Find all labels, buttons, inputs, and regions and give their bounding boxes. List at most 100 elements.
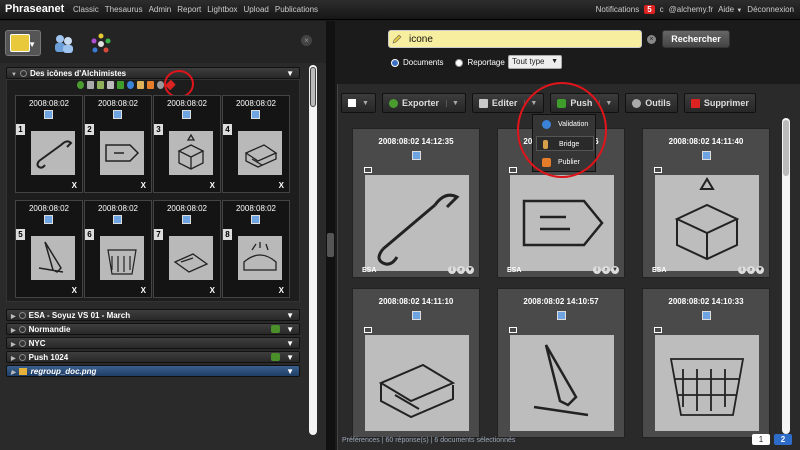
- checkbox[interactable]: [113, 215, 122, 224]
- result-card[interactable]: 2008:08:02 14:10:57: [497, 288, 625, 438]
- checkbox[interactable]: [251, 215, 260, 224]
- basket-thumb[interactable]: 2008:08:02 1 X: [15, 95, 83, 193]
- chevron-down-icon[interactable]: ▼: [286, 352, 294, 363]
- remove-button[interactable]: X: [279, 286, 284, 295]
- result-card[interactable]: 2008:08:02 14:11:40 ESA i ⌕ ▼: [642, 128, 770, 278]
- checkbox[interactable]: [702, 311, 711, 320]
- chevron-down-icon[interactable]: ▼: [286, 366, 294, 377]
- notification-count-badge[interactable]: 5: [644, 5, 655, 14]
- checkbox[interactable]: [251, 110, 260, 119]
- tools-button[interactable]: Outils: [625, 93, 678, 113]
- type-select[interactable]: Tout type ▼: [508, 55, 562, 69]
- checkbox[interactable]: [44, 215, 53, 224]
- scrollbar-thumb[interactable]: [310, 67, 316, 107]
- remove-button[interactable]: X: [279, 181, 284, 190]
- info-icon[interactable]: i: [448, 266, 456, 274]
- nav-classic[interactable]: Classic: [73, 5, 99, 14]
- basket-thumb[interactable]: 2008:08:02 6 X: [84, 200, 152, 298]
- publish-icon[interactable]: [147, 81, 154, 89]
- basket-header[interactable]: ▶ Normandie ▼: [6, 323, 300, 335]
- checkbox[interactable]: [412, 311, 421, 320]
- results-scrollbar[interactable]: [782, 118, 790, 434]
- account-link[interactable]: @alchemy.fr: [669, 5, 713, 14]
- basket-thumb[interactable]: 2008:08:02 5 X: [15, 200, 83, 298]
- page-1-button[interactable]: 1: [752, 434, 770, 445]
- chevron-down-icon[interactable]: ▼: [286, 324, 294, 335]
- push-icon[interactable]: [117, 81, 124, 89]
- checkbox[interactable]: [702, 151, 711, 160]
- chevron-down-icon[interactable]: ▼: [599, 99, 612, 107]
- basket-header[interactable]: ▶ Push 1024 ▼: [6, 351, 300, 363]
- eye-icon[interactable]: [127, 81, 134, 89]
- bridge-icon[interactable]: [137, 81, 144, 89]
- page-2-button[interactable]: 2: [774, 434, 792, 445]
- info-icon[interactable]: i: [593, 266, 601, 274]
- chevron-down-icon[interactable]: ▼: [286, 310, 294, 321]
- checkbox[interactable]: [113, 110, 122, 119]
- info-icon[interactable]: i: [738, 266, 746, 274]
- radio-reportage[interactable]: [455, 58, 464, 67]
- chevron-down-icon[interactable]: ▼: [466, 266, 474, 274]
- result-card[interactable]: 2008:08:02 14:10:33: [642, 288, 770, 438]
- remove-button[interactable]: X: [210, 181, 215, 190]
- tab-baskets[interactable]: ▼: [5, 30, 41, 56]
- result-card[interactable]: 2008:08:02 14:12:35 ESA i ⌕ ▼: [352, 128, 480, 278]
- remove-button[interactable]: X: [141, 181, 146, 190]
- search-button[interactable]: Rechercher: [662, 30, 730, 48]
- basket-header-open[interactable]: ▼ Des icônes d'Alchimistes ▼: [6, 67, 300, 79]
- nav-publications[interactable]: Publications: [275, 5, 318, 14]
- refresh-icon[interactable]: [77, 81, 84, 89]
- checkbox[interactable]: [182, 215, 191, 224]
- basket-header[interactable]: ▶ ESA - Soyuz VS 01 - March ▼: [6, 309, 300, 321]
- remove-button[interactable]: X: [72, 181, 77, 190]
- nav-report[interactable]: Report: [177, 5, 201, 14]
- help-link[interactable]: Aide ▼: [718, 5, 742, 14]
- nav-lightbox[interactable]: Lightbox: [207, 5, 237, 14]
- checkbox[interactable]: [44, 110, 53, 119]
- remove-button[interactable]: X: [72, 286, 77, 295]
- notifications-link[interactable]: Notifications: [596, 5, 640, 14]
- nav-thesaurus[interactable]: Thesaurus: [105, 5, 143, 14]
- radio-documents[interactable]: [391, 58, 399, 67]
- grid-icon[interactable]: [107, 81, 114, 89]
- left-scrollbar[interactable]: [309, 65, 317, 435]
- basket-thumb[interactable]: 2008:08:02 7 X: [153, 200, 221, 298]
- basket-thumb[interactable]: 2008:08:02 3 X: [153, 95, 221, 193]
- zoom-icon[interactable]: ⌕: [457, 266, 465, 274]
- checkbox[interactable]: [412, 151, 421, 160]
- remove-button[interactable]: X: [210, 286, 215, 295]
- print-icon[interactable]: [97, 81, 104, 89]
- gear-icon[interactable]: [157, 81, 164, 89]
- zoom-icon[interactable]: ⌕: [747, 266, 755, 274]
- nav-admin[interactable]: Admin: [149, 5, 172, 14]
- chevron-down-icon[interactable]: ▼: [756, 266, 764, 274]
- select-button[interactable]: ▼: [341, 93, 376, 113]
- basket-header-selected[interactable]: ▶ regroup_doc.png ▼: [6, 365, 300, 377]
- logout-link[interactable]: Déconnexion: [747, 5, 794, 14]
- checkbox[interactable]: [182, 110, 191, 119]
- chevron-down-icon[interactable]: ▼: [286, 68, 294, 79]
- close-icon[interactable]: ×: [301, 35, 312, 46]
- chevron-down-icon[interactable]: ▼: [445, 99, 459, 107]
- basket-thumb[interactable]: 2008:08:02 8 X: [222, 200, 290, 298]
- export-button[interactable]: Exporter ▼: [381, 93, 466, 113]
- chevron-down-icon[interactable]: ▼: [286, 338, 294, 349]
- preferences-link[interactable]: Préférences: [342, 437, 380, 444]
- basket-thumb[interactable]: 2008:08:02 4 X: [222, 95, 290, 193]
- tab-pins[interactable]: [85, 30, 121, 56]
- search-input[interactable]: icone: [388, 30, 642, 48]
- chevron-down-icon[interactable]: ▼: [611, 266, 619, 274]
- checkbox[interactable]: [557, 311, 566, 320]
- tab-users[interactable]: [50, 30, 86, 56]
- basket-thumb[interactable]: 2008:08:02 2 X: [84, 95, 152, 193]
- delete-button[interactable]: Supprimer: [683, 93, 756, 113]
- result-card[interactable]: 2008:08:02 14:11:10: [352, 288, 480, 438]
- nav-upload[interactable]: Upload: [244, 5, 269, 14]
- basket-header[interactable]: ▶ NYC ▼: [6, 337, 300, 349]
- remove-button[interactable]: X: [141, 286, 146, 295]
- clear-search-icon[interactable]: ×: [647, 35, 656, 44]
- brand-logo[interactable]: Phraseanet: [5, 3, 64, 15]
- zoom-icon[interactable]: ⌕: [602, 266, 610, 274]
- scrollbar-thumb[interactable]: [783, 120, 789, 176]
- list-icon[interactable]: [87, 81, 94, 89]
